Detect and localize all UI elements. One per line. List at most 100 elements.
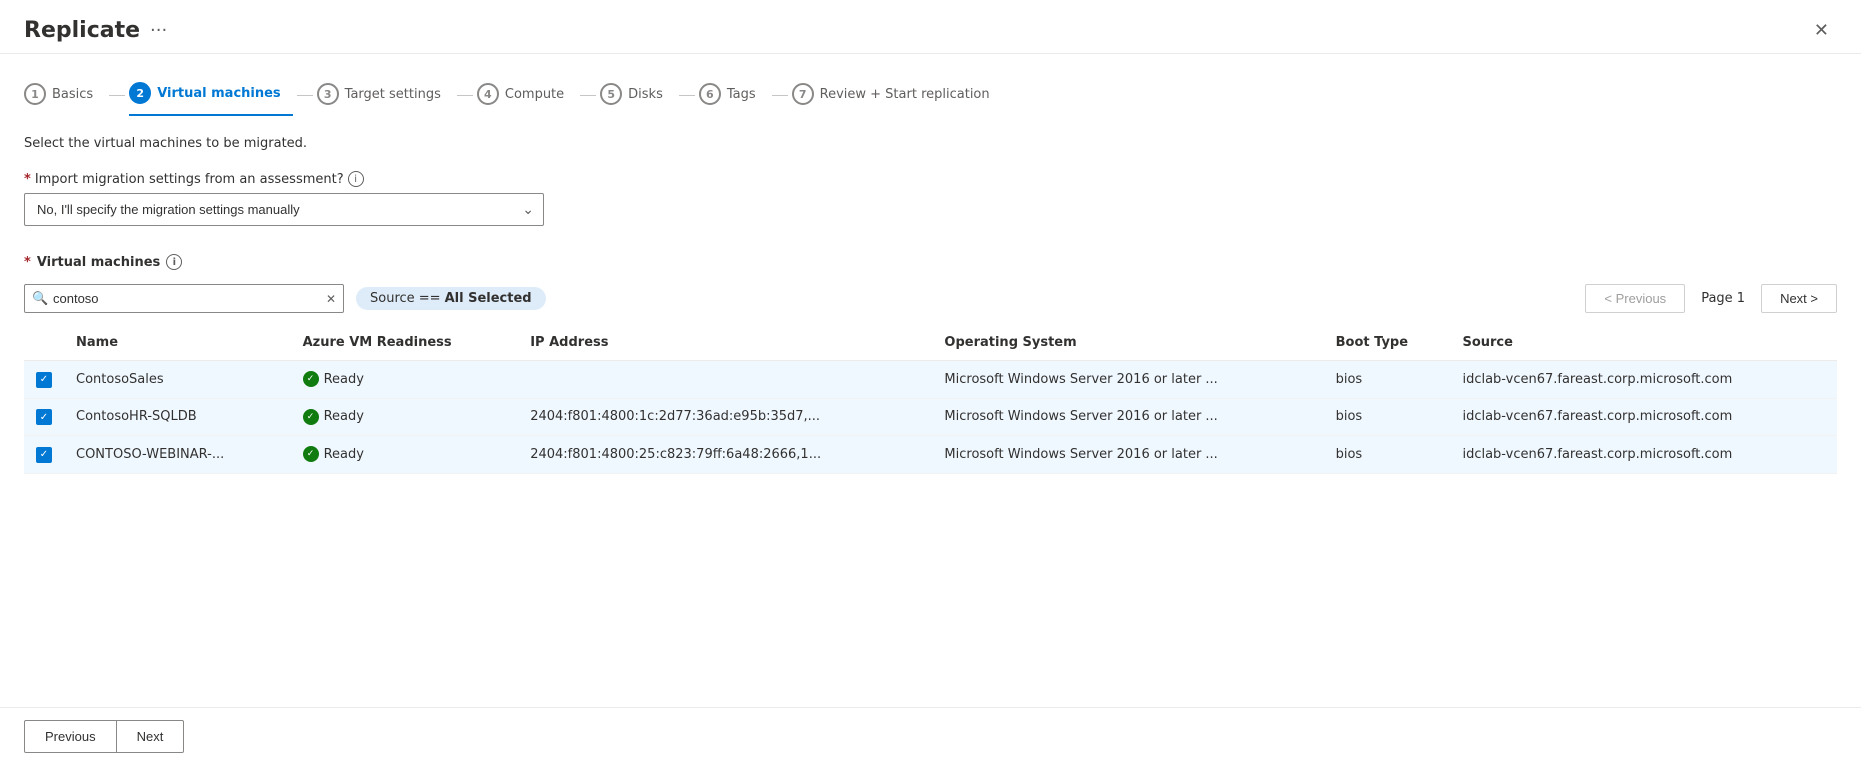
row3-ready-badge: ✓ Ready	[303, 446, 507, 462]
row3-readiness: ✓ Ready	[291, 436, 519, 474]
ellipsis-menu[interactable]: ···	[150, 20, 167, 41]
row2-boot: bios	[1324, 398, 1451, 436]
step-review[interactable]: 7 Review + Start replication	[792, 75, 1002, 115]
vm-info-icon[interactable]: i	[166, 254, 182, 270]
row2-source: idclab-vcen67.fareast.corp.microsoft.com	[1450, 398, 1837, 436]
step-label-compute: Compute	[505, 87, 564, 102]
row1-checkbox-cell: ✓	[24, 361, 64, 399]
table-row: ✓ ContosoHR-SQLDB ✓ Ready 2404:f801:4800…	[24, 398, 1837, 436]
row3-ip: 2404:f801:4800:25:c823:79ff:6a48:2666,1.…	[518, 436, 932, 474]
toolbar-left: 🔍 ✕ Source == All Selected	[24, 284, 546, 313]
search-input[interactable]	[24, 284, 344, 313]
description-text: Select the virtual machines to be migrat…	[24, 136, 1837, 151]
pagination-next-button[interactable]: Next >	[1761, 284, 1837, 313]
row1-name: ContosoSales	[64, 361, 291, 399]
header: Replicate ··· ✕	[0, 0, 1861, 54]
vm-section-label: * Virtual machines i	[24, 254, 1837, 270]
step-tags[interactable]: 6 Tags	[699, 75, 768, 115]
required-star-assessment: *	[24, 172, 31, 187]
step-circle-3: 3	[317, 83, 339, 105]
step-separator-4	[580, 95, 596, 96]
row2-name: ContosoHR-SQLDB	[64, 398, 291, 436]
vm-table-header: Name Azure VM Readiness IP Address Opera…	[24, 325, 1837, 361]
row2-checkbox[interactable]: ✓	[36, 409, 52, 425]
step-circle-6: 6	[699, 83, 721, 105]
row3-check-icon: ✓	[40, 449, 48, 460]
vm-table: Name Azure VM Readiness IP Address Opera…	[24, 325, 1837, 474]
step-circle-4: 4	[477, 83, 499, 105]
row1-ip	[518, 361, 932, 399]
pagination-previous-button[interactable]: < Previous	[1585, 284, 1685, 313]
row2-check-icon: ✓	[40, 412, 48, 423]
row1-boot: bios	[1324, 361, 1451, 399]
vm-table-body: ✓ ContosoSales ✓ Ready Microsoft Windows…	[24, 361, 1837, 474]
row3-ready-label: Ready	[324, 447, 364, 462]
row1-ready-label: Ready	[324, 372, 364, 387]
vm-table-header-row: Name Azure VM Readiness IP Address Opera…	[24, 325, 1837, 361]
row1-readiness: ✓ Ready	[291, 361, 519, 399]
row3-checkbox[interactable]: ✓	[36, 447, 52, 463]
row1-check-icon: ✓	[40, 374, 48, 385]
step-target-settings[interactable]: 3 Target settings	[317, 75, 453, 115]
assessment-dropdown-container: No, I'll specify the migration settings …	[24, 193, 544, 226]
row3-boot: bios	[1324, 436, 1451, 474]
step-separator-6	[772, 95, 788, 96]
footer: Previous Next	[0, 707, 1861, 765]
row2-ip: 2404:f801:4800:1c:2d77:36ad:e95b:35d7,..…	[518, 398, 932, 436]
col-ip: IP Address	[518, 325, 932, 361]
search-clear-button[interactable]: ✕	[326, 292, 336, 306]
step-circle-1: 1	[24, 83, 46, 105]
col-source: Source	[1450, 325, 1837, 361]
col-os: Operating System	[932, 325, 1323, 361]
row2-checkbox-cell: ✓	[24, 398, 64, 436]
toolbar-row: 🔍 ✕ Source == All Selected < Previous Pa…	[24, 284, 1837, 313]
page-title: Replicate	[24, 18, 140, 43]
vm-section-label-text: Virtual machines	[37, 255, 160, 270]
table-row: ✓ CONTOSO-WEBINAR-... ✓ Ready 2404:f801:…	[24, 436, 1837, 474]
row3-ready-icon: ✓	[303, 446, 319, 462]
row2-os: Microsoft Windows Server 2016 or later .…	[932, 398, 1323, 436]
step-separator-5	[679, 95, 695, 96]
step-separator-2	[297, 95, 313, 96]
table-row: ✓ ContosoSales ✓ Ready Microsoft Windows…	[24, 361, 1837, 399]
row2-ready-label: Ready	[324, 409, 364, 424]
step-circle-5: 5	[600, 83, 622, 105]
filter-value: All Selected	[445, 291, 532, 306]
assessment-info-icon[interactable]: i	[348, 171, 364, 187]
footer-previous-button[interactable]: Previous	[24, 720, 117, 753]
step-label-review: Review + Start replication	[820, 87, 990, 102]
row1-ready-icon: ✓	[303, 371, 319, 387]
step-label-disks: Disks	[628, 87, 663, 102]
col-checkbox	[24, 325, 64, 361]
row3-name: CONTOSO-WEBINAR-...	[64, 436, 291, 474]
footer-next-button[interactable]: Next	[117, 720, 185, 753]
page-container: Replicate ··· ✕ 1 Basics 2 Virtual machi…	[0, 0, 1861, 765]
row3-source: idclab-vcen67.fareast.corp.microsoft.com	[1450, 436, 1837, 474]
col-readiness: Azure VM Readiness	[291, 325, 519, 361]
step-circle-2: 2	[129, 82, 151, 104]
row2-ready-icon: ✓	[303, 409, 319, 425]
required-star-vm: *	[24, 255, 31, 270]
close-button[interactable]: ✕	[1806, 16, 1837, 45]
assessment-dropdown[interactable]: No, I'll specify the migration settings …	[24, 193, 544, 226]
filter-prefix: Source ==	[370, 291, 441, 306]
pagination-page-info: Page 1	[1693, 291, 1753, 306]
row1-ready-badge: ✓ Ready	[303, 371, 507, 387]
col-name: Name	[64, 325, 291, 361]
steps-navigation: 1 Basics 2 Virtual machines 3 Target set…	[0, 54, 1861, 116]
step-disks[interactable]: 5 Disks	[600, 75, 675, 115]
row1-checkbox[interactable]: ✓	[36, 372, 52, 388]
row1-source: idclab-vcen67.fareast.corp.microsoft.com	[1450, 361, 1837, 399]
step-label-basics: Basics	[52, 87, 93, 102]
filter-badge[interactable]: Source == All Selected	[356, 287, 546, 310]
row2-readiness: ✓ Ready	[291, 398, 519, 436]
search-container: 🔍 ✕	[24, 284, 344, 313]
row3-checkbox-cell: ✓	[24, 436, 64, 474]
row1-os: Microsoft Windows Server 2016 or later .…	[932, 361, 1323, 399]
step-compute[interactable]: 4 Compute	[477, 75, 576, 115]
step-virtual-machines[interactable]: 2 Virtual machines	[129, 74, 292, 116]
assessment-field-label: * Import migration settings from an asse…	[24, 171, 1837, 187]
col-boot: Boot Type	[1324, 325, 1451, 361]
main-content: Select the virtual machines to be migrat…	[0, 116, 1861, 707]
step-basics[interactable]: 1 Basics	[24, 75, 105, 115]
